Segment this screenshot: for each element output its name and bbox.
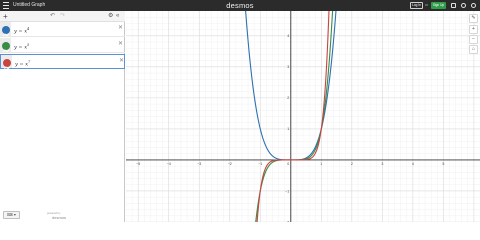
delete-expression-icon[interactable]: ✕: [118, 41, 123, 48]
x-tick-label: 4: [412, 162, 414, 166]
keyboard-toggle-button[interactable]: ⌨ ▾: [3, 211, 20, 219]
undo-icon[interactable]: ↶: [50, 11, 55, 22]
collapse-panel-icon[interactable]: «: [116, 11, 119, 22]
x-tick-label: 5: [442, 162, 444, 166]
expression-tab: [0, 38, 11, 52]
y-tick-label: −2: [285, 220, 289, 222]
x-tick-label: −1: [258, 162, 262, 166]
expression-input[interactable]: y = x4: [14, 25, 29, 37]
x-tick-label: 2: [351, 162, 353, 166]
x-tick-label: −5: [136, 162, 140, 166]
y-tick-label: −1: [285, 189, 289, 193]
y-tick-label: 1: [287, 127, 289, 131]
zoom-out-button[interactable]: −: [469, 35, 478, 44]
expression-input[interactable]: y = x5: [14, 41, 29, 53]
edit-graph-icon[interactable]: ✎: [469, 14, 478, 23]
expression-tab: [1, 55, 12, 69]
help-icon[interactable]: [461, 3, 466, 8]
globe-icon[interactable]: [471, 3, 476, 8]
expression-tab: [0, 22, 11, 36]
powered-by-logo: desmos: [52, 215, 67, 220]
redo-icon[interactable]: ↷: [60, 11, 65, 22]
x-tick-label: −4: [167, 162, 171, 166]
x-tick-label: 1: [320, 162, 322, 166]
signup-button[interactable]: Sign Up: [431, 2, 446, 9]
expression-row-1[interactable]: y = x4 ✕: [0, 22, 125, 37]
wave-icon[interactable]: [2, 58, 11, 69]
expression-panel: + ↶ ↷ ⚙ « y = x4 ✕ y = x5 ✕ y = x7 ✕ ⌨ ▾…: [0, 11, 125, 222]
expression-row-2[interactable]: y = x5 ✕: [0, 38, 125, 53]
x-tick-label: −3: [197, 162, 201, 166]
home-zoom-button[interactable]: ⌂: [469, 45, 478, 54]
add-expression-button[interactable]: +: [3, 11, 8, 22]
y-tick-label: 2: [287, 96, 289, 100]
x-tick-label: 0: [287, 162, 289, 166]
y-tick-label: 4: [287, 34, 289, 38]
top-bar: Untitled Graph desmos Log In or Sign Up: [0, 0, 480, 11]
wave-icon[interactable]: [1, 25, 10, 36]
delete-expression-icon[interactable]: ✕: [118, 25, 123, 32]
x-tick-label: −2: [228, 162, 232, 166]
expression-input[interactable]: y = x7: [15, 58, 30, 70]
settings-gear-icon[interactable]: ⚙: [108, 11, 113, 22]
desmos-logo: desmos: [226, 1, 254, 10]
share-icon[interactable]: [451, 3, 456, 8]
login-button[interactable]: Log In: [410, 2, 423, 9]
expression-toolbar: + ↶ ↷ ⚙ «: [0, 11, 125, 22]
y-tick-label: 3: [287, 65, 289, 69]
wave-icon[interactable]: [1, 41, 10, 52]
graph-canvas[interactable]: −5 −4 −3 −2 −1 0 1 2 3 4 5 4 3 2 1 −1 −2: [126, 11, 480, 222]
zoom-in-button[interactable]: +: [469, 25, 478, 34]
x-tick-label: 3: [381, 162, 383, 166]
graph-paper[interactable]: −5 −4 −3 −2 −1 0 1 2 3 4 5 4 3 2 1 −1 −2: [126, 11, 480, 222]
or-text: or: [425, 3, 428, 7]
delete-expression-icon[interactable]: ✕: [119, 58, 124, 65]
expression-row-3[interactable]: y = x7 ✕: [0, 54, 125, 69]
